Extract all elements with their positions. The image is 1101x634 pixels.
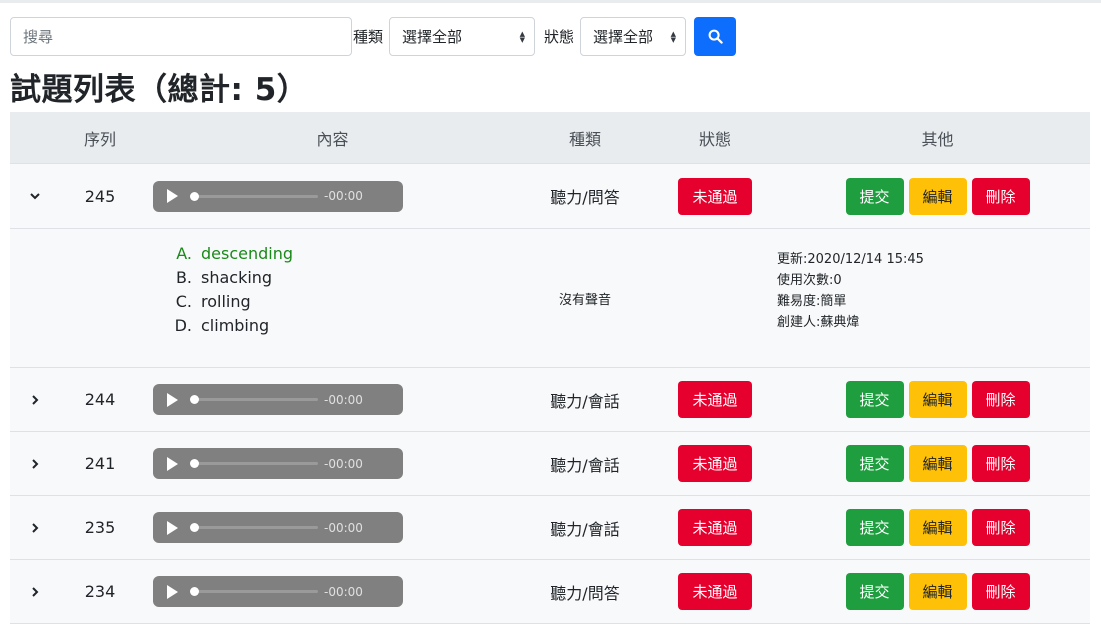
header-seq: 序列 <box>83 129 116 149</box>
sound-note: 沒有聲音 <box>558 292 611 308</box>
table-header: 序列 內容 種類 狀態 其他 <box>10 112 1090 164</box>
audio-progress[interactable] <box>190 191 318 201</box>
delete-button[interactable]: 刪除 <box>971 381 1030 418</box>
row-type: 聽力/會話 <box>550 391 620 411</box>
status-badge[interactable]: 未通過 <box>678 509 752 546</box>
option-correct: A. descending <box>176 244 294 263</box>
audio-time: -00:00 <box>324 456 363 471</box>
chevron-right-icon[interactable] <box>29 458 41 470</box>
submit-button[interactable]: 提交 <box>845 177 904 215</box>
row-seq: 235 <box>84 518 116 537</box>
delete-button[interactable]: 刪除 <box>971 573 1030 610</box>
submit-button[interactable]: 提交 <box>845 381 904 418</box>
row-type: 聽力/會話 <box>550 455 620 475</box>
type-select[interactable]: 選擇全部 ▲ ▼ <box>389 17 536 56</box>
chevron-right-icon[interactable] <box>29 394 41 406</box>
chevron-right-icon[interactable] <box>29 522 41 534</box>
filter-bar: 種類 選擇全部 ▲▼ 狀態 選擇全部 ▲▼ <box>10 17 737 56</box>
edit-button[interactable]: 編輯 <box>908 445 967 482</box>
table-row: 234 -00:00 聽力/問答 未通過 提交 編輯 刪除 <box>10 560 1090 624</box>
row-type: 聽力/會話 <box>550 519 620 539</box>
table-row: 235 -00:00 聽力/會話 未通過 提交 編輯 刪除 <box>10 496 1090 560</box>
play-icon[interactable] <box>167 189 178 203</box>
audio-time: -00:00 <box>324 520 363 535</box>
audio-player[interactable]: -00:00 <box>153 180 403 212</box>
edit-button[interactable]: 編輯 <box>908 381 967 418</box>
audio-player[interactable]: -00:00 <box>153 512 403 543</box>
row-seq: 245 <box>84 186 116 206</box>
question-meta: 更新:2020/12/14 15:45 使用次數:0 難易度:簡單 創建人:蘇典… <box>645 229 1090 333</box>
row-seq: 234 <box>84 582 116 601</box>
play-icon[interactable] <box>167 520 178 535</box>
audio-progress[interactable] <box>190 523 318 532</box>
delete-button[interactable]: 刪除 <box>971 509 1030 546</box>
header-type: 種類 <box>568 129 601 149</box>
audio-progress[interactable] <box>190 459 318 468</box>
audio-progress[interactable] <box>190 395 318 404</box>
table-row: 241 -00:00 聽力/會話 未通過 提交 編輯 刪除 <box>10 432 1090 496</box>
question-table: 序列 內容 種類 狀態 其他 245 -00:00 聽力/問答 未通過 提交 編… <box>10 112 1090 624</box>
audio-player[interactable]: -00:00 <box>153 448 403 479</box>
audio-progress[interactable] <box>190 587 318 596</box>
submit-button[interactable]: 提交 <box>845 573 904 610</box>
top-border <box>0 0 1101 3</box>
edit-button[interactable]: 編輯 <box>908 509 967 546</box>
row-type: 聽力/問答 <box>550 583 620 603</box>
option: B. shacking <box>175 268 273 287</box>
play-icon[interactable] <box>167 456 178 471</box>
submit-button[interactable]: 提交 <box>845 445 904 482</box>
status-select-value: 選擇全部 <box>593 28 654 46</box>
option: D. climbing <box>174 316 270 335</box>
play-icon[interactable] <box>167 584 178 599</box>
header-other: 其他 <box>921 129 954 149</box>
row-type: 聽力/問答 <box>550 188 620 207</box>
audio-time: -00:00 <box>324 392 363 407</box>
audio-player[interactable]: -00:00 <box>153 576 403 607</box>
select-arrows-icon: ▲ ▼ <box>519 29 526 44</box>
status-badge[interactable]: 未通過 <box>678 573 752 610</box>
search-icon <box>708 29 723 44</box>
header-content: 內容 <box>316 129 349 149</box>
table-row: 244 -00:00 聽力/會話 未通過 提交 編輯 刪除 <box>10 368 1090 432</box>
row-seq: 244 <box>84 390 116 409</box>
edit-button[interactable]: 編輯 <box>908 573 967 610</box>
type-filter-label: 種類 <box>353 28 384 46</box>
meta-creator: 創建人:蘇典煒 <box>777 315 860 330</box>
meta-difficulty: 難易度:簡單 <box>777 294 847 309</box>
table-row: 245 -00:00 聽力/問答 未通過 提交 編輯 刪除 <box>10 164 1090 229</box>
header-status: 狀態 <box>698 129 731 149</box>
edit-button[interactable]: 編輯 <box>908 177 967 215</box>
status-badge[interactable]: 未通過 <box>678 381 752 418</box>
detail-row: A. descending B. shacking C. rolling D. clim… <box>10 229 1090 368</box>
status-badge[interactable]: 未通過 <box>678 177 752 215</box>
audio-time: -00:00 <box>324 189 363 203</box>
delete-button[interactable]: 刪除 <box>971 445 1030 482</box>
chevron-right-icon[interactable] <box>29 586 41 598</box>
status-filter-label: 狀態 <box>544 28 575 46</box>
select-arrows-icon: ▲ ▼ <box>670 29 677 44</box>
row-seq: 241 <box>84 454 116 473</box>
answer-options: A. descending B. shacking C. rolling D. clim… <box>140 229 525 338</box>
play-icon[interactable] <box>167 392 178 407</box>
meta-updated: 更新:2020/12/14 15:45 <box>777 252 924 267</box>
meta-usage: 使用次數:0 <box>777 273 842 288</box>
status-badge[interactable]: 未通過 <box>678 445 752 482</box>
status-select[interactable]: 選擇全部 ▲ ▼ <box>580 17 687 56</box>
search-input[interactable] <box>10 17 352 56</box>
audio-player[interactable]: -00:00 <box>153 384 403 415</box>
submit-button[interactable]: 提交 <box>845 509 904 546</box>
chevron-down-icon[interactable] <box>29 190 41 202</box>
option: C. rolling <box>175 292 251 311</box>
audio-time: -00:00 <box>324 584 363 599</box>
delete-button[interactable]: 刪除 <box>971 177 1030 215</box>
search-button[interactable] <box>694 17 737 56</box>
page-title: 試題列表（總計: 5） <box>10 72 309 108</box>
type-select-value: 選擇全部 <box>402 28 463 46</box>
